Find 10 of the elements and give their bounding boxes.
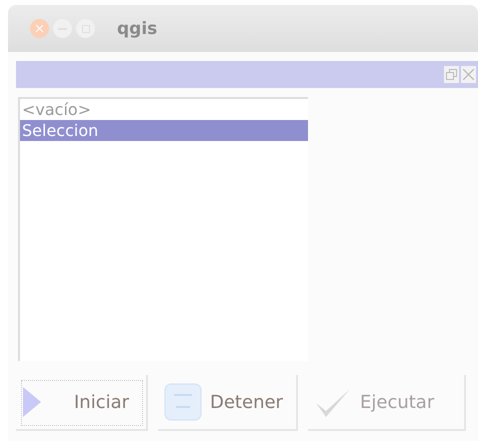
play-icon (22, 386, 42, 418)
close-button[interactable] (461, 66, 476, 83)
float-button[interactable] (444, 66, 459, 83)
stop-icon (164, 383, 202, 421)
start-button[interactable]: Iniciar (16, 375, 148, 431)
list-item[interactable]: <vacío> (20, 99, 308, 120)
stop-button[interactable]: Detener (158, 375, 298, 431)
window-title: qgis (117, 18, 158, 38)
list-item[interactable]: Seleccion (20, 120, 308, 141)
close-icon[interactable] (30, 19, 49, 38)
